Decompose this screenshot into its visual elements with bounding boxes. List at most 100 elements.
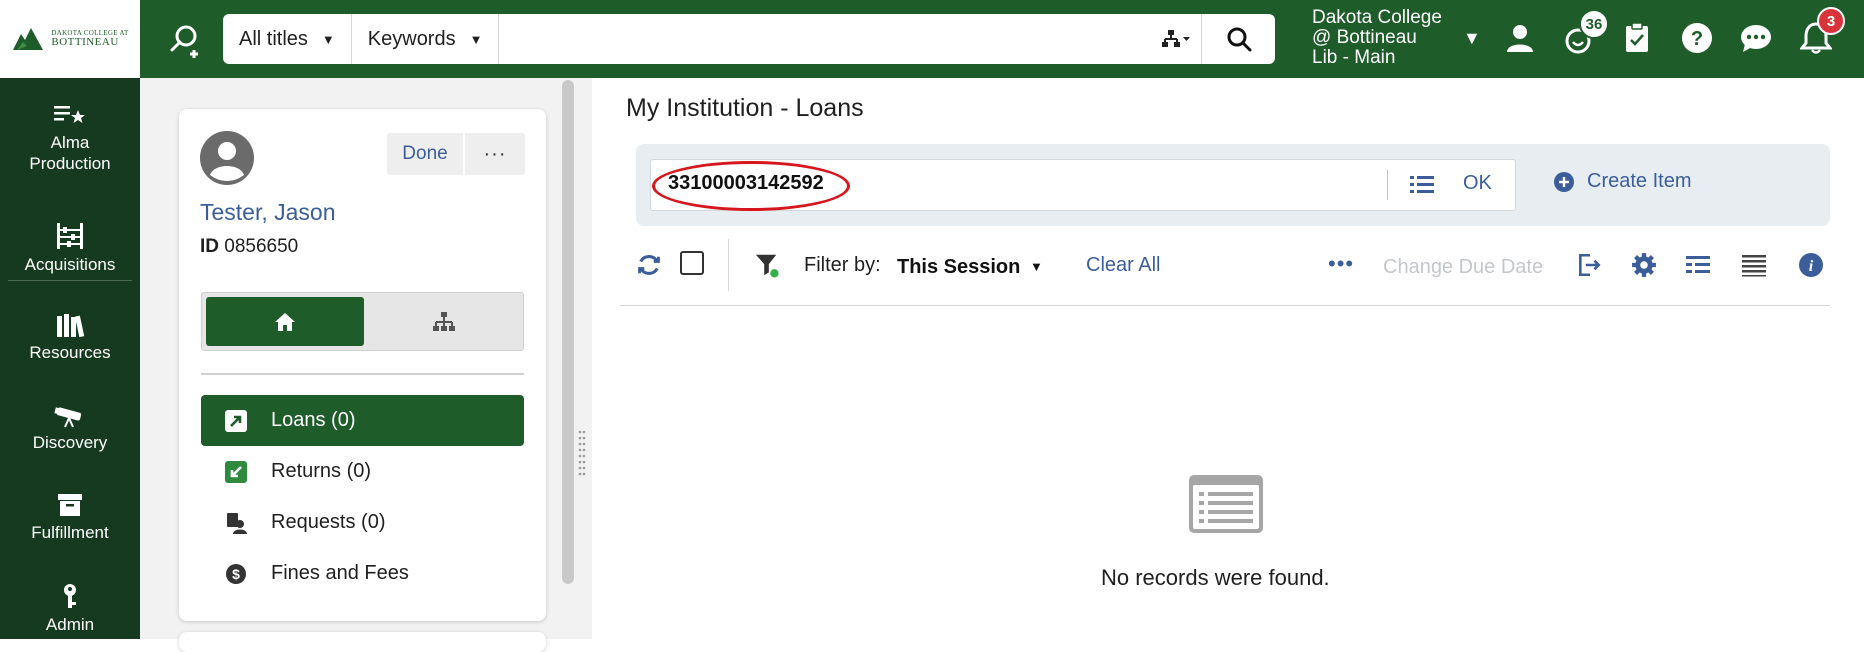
create-item-button[interactable]: Create Item xyxy=(1553,170,1691,193)
settings-gear-icon[interactable] xyxy=(1631,252,1657,278)
panel-scrollbar[interactable] xyxy=(562,80,574,584)
panel-divider xyxy=(201,373,524,375)
home-view-button[interactable] xyxy=(206,297,364,346)
loan-arrow-icon xyxy=(201,409,271,433)
help-icon[interactable]: ? xyxy=(1677,18,1717,58)
main-menu: Alma Production Acquisitions Resources D… xyxy=(0,78,140,639)
more-options-icon[interactable]: ••• xyxy=(1328,251,1354,277)
nav-label: Acquisitions xyxy=(24,255,116,274)
change-due-date-button[interactable]: Change Due Date xyxy=(1383,256,1543,279)
search-icon xyxy=(1227,27,1251,52)
action-label: Requests (0) xyxy=(271,511,386,533)
list-icon[interactable] xyxy=(1409,173,1435,195)
nav-label: Fulfillment xyxy=(31,523,109,542)
notifications-count-badge: 3 xyxy=(1817,7,1845,35)
action-loans[interactable]: Loans (0) xyxy=(201,395,524,446)
user-icon[interactable] xyxy=(1500,18,1540,58)
patron-id-label: ID xyxy=(200,236,219,257)
home-icon xyxy=(275,312,295,331)
done-button[interactable]: Done xyxy=(387,133,463,175)
abacus-icon xyxy=(57,223,83,249)
create-item-label: Create Item xyxy=(1587,170,1692,192)
request-icon xyxy=(201,511,271,535)
nav-item-discovery[interactable]: Discovery xyxy=(0,402,140,453)
panel-resize-handle-icon[interactable] xyxy=(578,428,586,478)
filter-icon[interactable] xyxy=(754,252,780,278)
action-fines-and-fees[interactable]: $ Fines and Fees xyxy=(201,548,524,599)
current-location[interactable]: Dakota College @ Bottineau Lib - Main xyxy=(1312,8,1442,68)
nav-divider xyxy=(8,280,132,281)
archive-box-icon xyxy=(58,494,82,516)
clear-all-link[interactable]: Clear All xyxy=(1086,254,1160,277)
patron-card-secondary xyxy=(179,632,546,652)
nav-label: Alma xyxy=(50,133,90,152)
nav-item-admin[interactable]: Admin xyxy=(0,582,140,635)
nav-label: Discovery xyxy=(32,433,108,452)
export-icon[interactable] xyxy=(1576,252,1602,278)
refresh-icon[interactable] xyxy=(636,252,662,278)
hierarchy-search-icon[interactable] xyxy=(1151,14,1201,64)
nav-label: Production xyxy=(29,154,111,173)
books-icon xyxy=(57,314,85,338)
patron-id-value: 0856650 xyxy=(224,236,299,257)
chevron-down-icon[interactable]: ▼ xyxy=(1463,28,1481,49)
search-button[interactable] xyxy=(1201,14,1275,64)
search-field-dropdown[interactable]: Keywords ▼ xyxy=(352,14,500,64)
institution-logo[interactable]: DAKOTA COLLEGE AT BOTTINEAU xyxy=(0,0,140,78)
toolbar-divider xyxy=(728,239,729,291)
dense-list-icon[interactable] xyxy=(1741,252,1767,278)
svg-text:?: ? xyxy=(1691,28,1703,50)
chat-icon[interactable] xyxy=(1736,18,1776,58)
barcode-highlight-annotation xyxy=(652,161,850,211)
checklist-icon[interactable] xyxy=(1617,18,1657,58)
logo-line2: BOTTINEAU xyxy=(51,36,119,48)
action-requests[interactable]: Requests (0) xyxy=(201,497,524,548)
location-line2: @ Bottineau xyxy=(1312,27,1417,48)
info-icon[interactable]: i xyxy=(1798,252,1824,278)
ok-button[interactable]: OK xyxy=(1463,172,1492,195)
search-type-dropdown[interactable]: All titles ▼ xyxy=(223,14,352,64)
svg-text:$: $ xyxy=(232,566,240,582)
page-title: My Institution - Loans xyxy=(626,94,864,122)
hierarchy-view-button[interactable] xyxy=(368,297,520,346)
filter-dropdown[interactable]: This Session xyxy=(897,256,1020,279)
nav-item-acquisitions[interactable]: Acquisitions xyxy=(0,222,140,275)
more-actions-button[interactable]: ··· xyxy=(465,133,525,175)
logo-mark-icon xyxy=(13,28,44,50)
empty-list-icon xyxy=(1189,475,1263,533)
star-list-icon xyxy=(54,106,85,123)
search-field-label: Keywords xyxy=(367,27,456,50)
search-type-label: All titles xyxy=(239,27,308,50)
logo-text: DAKOTA COLLEGE AT BOTTINEAU xyxy=(51,30,128,48)
chevron-down-icon: ▼ xyxy=(321,31,335,47)
action-label: Loans (0) xyxy=(271,409,356,431)
top-bar: DAKOTA COLLEGE AT BOTTINEAU All titles ▼… xyxy=(0,0,1864,78)
nav-item-alma-production[interactable]: Alma Production xyxy=(0,102,140,174)
patron-view-toggle xyxy=(201,292,524,351)
persistent-search-icon[interactable] xyxy=(164,20,204,60)
select-all-checkbox[interactable] xyxy=(680,251,704,275)
action-label: Returns (0) xyxy=(271,460,372,482)
hierarchy-icon xyxy=(433,311,455,331)
nav-item-fulfillment[interactable]: Fulfillment xyxy=(0,492,140,543)
action-returns[interactable]: Returns (0) xyxy=(201,446,524,497)
input-divider xyxy=(1387,170,1388,200)
table-view-icon[interactable] xyxy=(1685,252,1711,278)
patron-name-link[interactable]: Tester, Jason xyxy=(200,199,336,226)
return-arrow-icon xyxy=(201,460,271,484)
search-bar: All titles ▼ Keywords ▼ xyxy=(223,14,1275,64)
nav-item-resources[interactable]: Resources xyxy=(0,312,140,363)
dollar-icon: $ xyxy=(201,563,271,585)
avatar-icon xyxy=(200,131,254,185)
action-label: Fines and Fees xyxy=(271,562,409,584)
key-icon xyxy=(64,584,76,608)
tasks-count-badge: 36 xyxy=(1579,9,1609,39)
search-input[interactable] xyxy=(499,14,1151,64)
patron-id: ID 0856650 xyxy=(200,236,298,258)
toolbar-divider xyxy=(620,305,1830,306)
chevron-down-icon: ▼ xyxy=(469,31,483,47)
nav-label: Admin xyxy=(45,615,95,634)
chevron-down-icon[interactable]: ▼ xyxy=(1030,259,1043,274)
empty-state-message: No records were found. xyxy=(1101,565,1330,590)
location-line3: Lib - Main xyxy=(1312,47,1396,68)
